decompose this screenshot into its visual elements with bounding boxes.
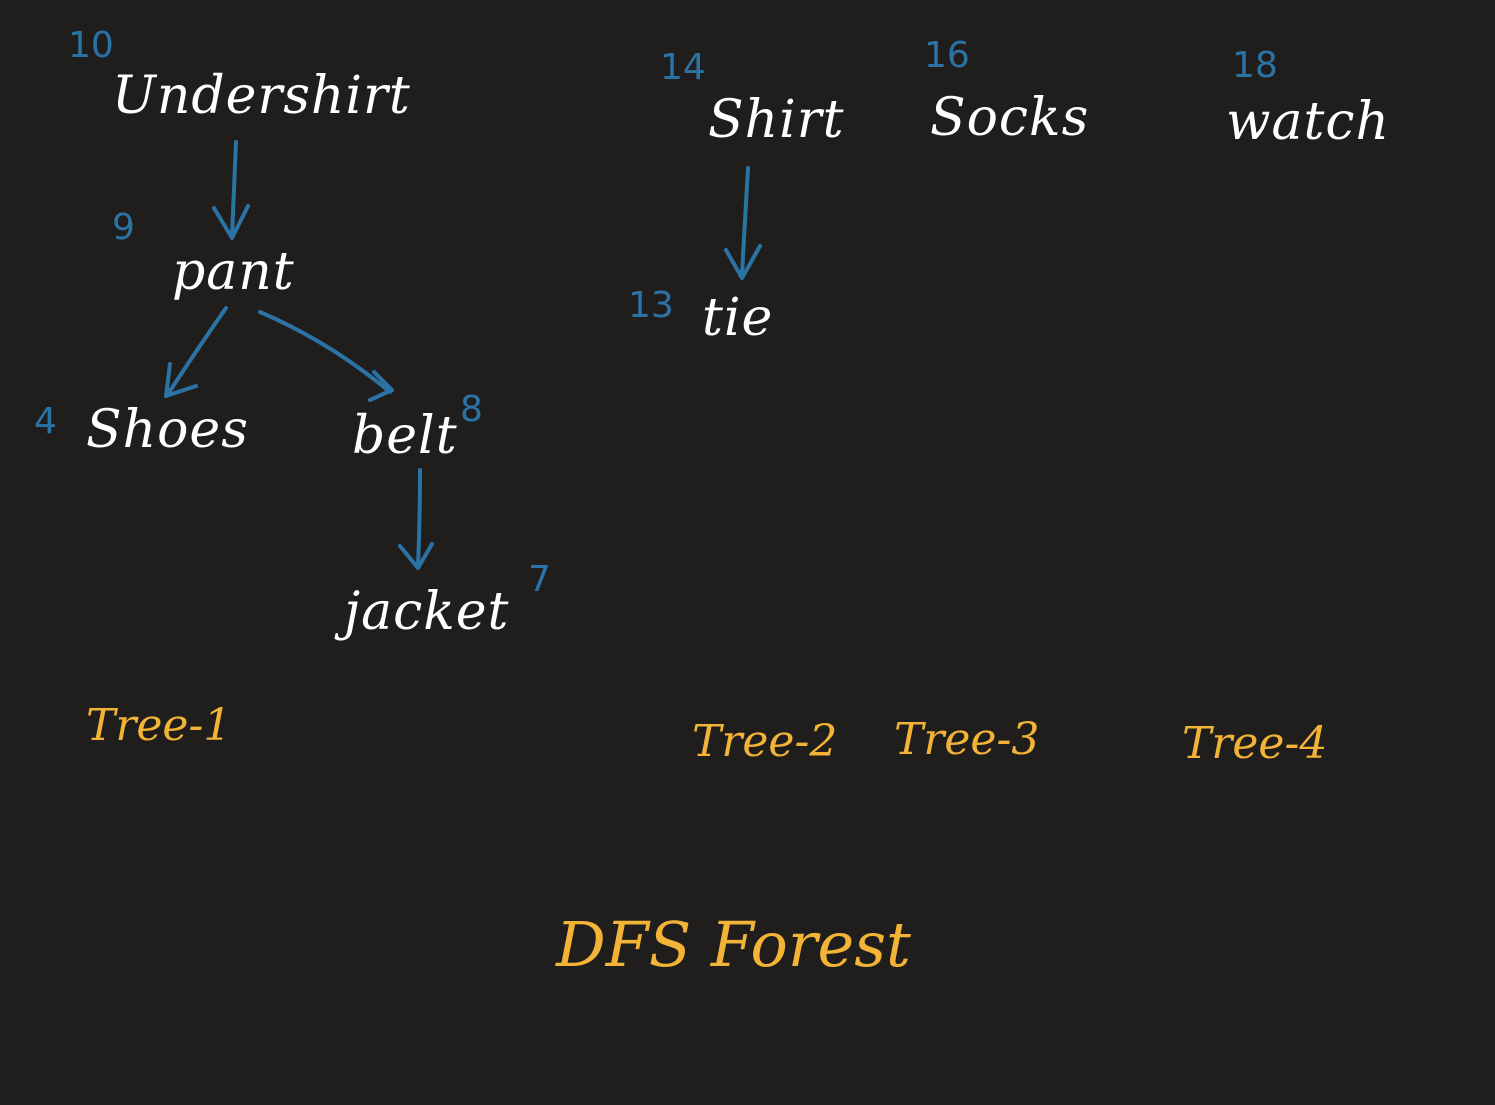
edge-line [416, 468, 422, 566]
edge-shirt-tie [724, 166, 762, 280]
diagram-title: DFS Forest [556, 908, 911, 981]
tree-caption-1: Tree-1 [86, 700, 232, 751]
whiteboard-canvas: 10 Undershirt 9 pant 4 Shoes belt 8 jack… [0, 0, 1495, 1105]
node-label-undershirt: Undershirt [112, 66, 411, 126]
arrowhead [398, 542, 434, 570]
node-label-belt: belt [352, 406, 458, 466]
node-number-jacket: 7 [528, 559, 551, 600]
edge-pant-shoes [164, 306, 228, 398]
edge-line [740, 166, 750, 276]
tree-caption-4: Tree-4 [1182, 718, 1328, 769]
node-number-shirt: 14 [660, 47, 706, 88]
node-label-socks: Socks [930, 88, 1090, 148]
node-number-tie: 13 [628, 285, 674, 326]
edge-line [230, 140, 238, 238]
node-number-pant: 9 [112, 207, 135, 248]
tree-caption-2: Tree-2 [692, 716, 838, 767]
node-number-watch: 18 [1232, 45, 1278, 86]
edge-line [166, 306, 228, 396]
edge-pant-belt [258, 310, 394, 402]
node-number-belt: 8 [460, 389, 483, 430]
node-label-jacket: jacket [344, 582, 510, 642]
node-label-shirt: Shirt [708, 90, 845, 150]
edge-undershirt-pant [212, 140, 250, 240]
node-number-socks: 16 [924, 35, 970, 76]
node-number-undershirt: 10 [68, 25, 114, 66]
node-label-shoes: Shoes [86, 400, 249, 460]
node-label-pant: pant [172, 242, 295, 302]
node-label-tie: tie [702, 288, 774, 348]
node-label-watch: watch [1226, 92, 1391, 152]
node-number-shoes: 4 [34, 401, 57, 442]
tree-caption-3: Tree-3 [894, 714, 1040, 765]
edge-line [258, 310, 392, 394]
edge-belt-jacket [398, 468, 434, 570]
